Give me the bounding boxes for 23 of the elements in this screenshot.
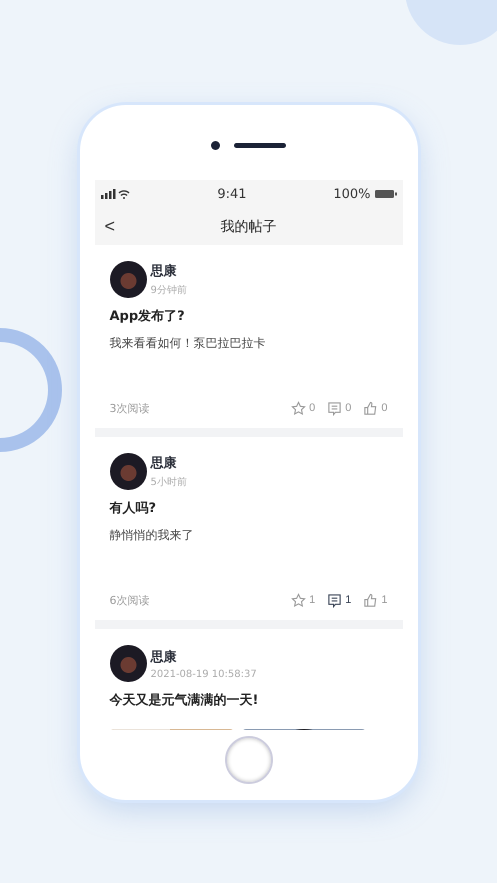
read-count: 6次阅读 <box>110 592 150 608</box>
author-name: 思康 <box>150 454 178 472</box>
post-body: 我来看看如何！泵巴拉巴拉卡 <box>110 335 266 352</box>
comment-button[interactable]: 1 <box>327 592 352 608</box>
page-title: 我的帖子 <box>220 218 276 236</box>
read-count: 3次阅读 <box>110 400 150 416</box>
like-button[interactable]: 1 <box>363 592 388 608</box>
post-time: 5小时前 <box>150 476 187 489</box>
author-name: 思康 <box>150 648 178 666</box>
post-body: 静悄悄的我来了 <box>110 527 194 544</box>
author-name: 思康 <box>150 262 178 280</box>
post-title: 今天又是元气满满的一天! <box>110 692 260 709</box>
star-button[interactable]: 1 <box>291 592 316 608</box>
post-title: 有人吗? <box>110 500 158 517</box>
post-time: 2021-08-19 10:58:37 <box>150 668 257 680</box>
back-button[interactable]: < <box>100 216 120 237</box>
status-time: 9:41 <box>217 186 247 202</box>
post-time: 9分钟前 <box>150 284 187 297</box>
like-button[interactable]: 0 <box>363 400 388 416</box>
post-title: App发布了? <box>110 308 186 325</box>
battery-percent: 100% <box>333 186 370 202</box>
comment-button[interactable]: 0 <box>327 400 352 416</box>
star-button[interactable]: 0 <box>291 400 316 416</box>
